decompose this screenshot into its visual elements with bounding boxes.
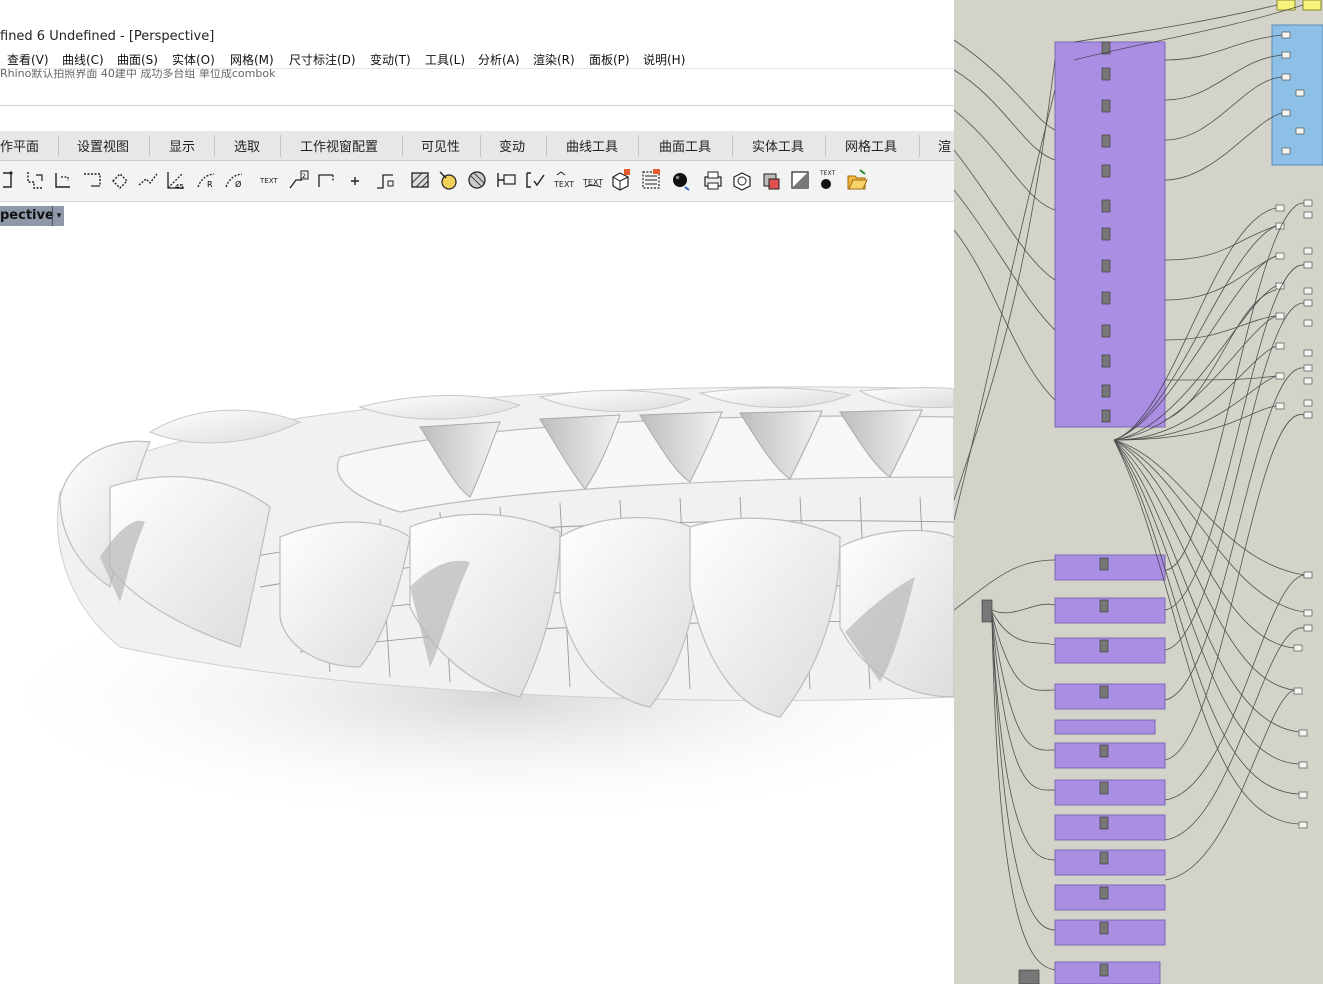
gh-cluster-row[interactable] xyxy=(1054,919,1166,946)
svg-text:Ø: Ø xyxy=(235,179,241,189)
tab-separator xyxy=(546,135,547,157)
gh-node-graph xyxy=(954,0,1323,984)
text-annotation-icon[interactable]: TEXT xyxy=(817,167,839,193)
menu-curve[interactable]: 曲线(C) xyxy=(62,51,104,68)
polyline-corner-icon[interactable] xyxy=(53,167,75,193)
gh-cluster-row[interactable] xyxy=(1054,884,1166,911)
tab-display[interactable]: 显示 xyxy=(169,131,195,160)
svg-text:TEXT: TEXT xyxy=(553,180,574,189)
polyline-open-icon[interactable] xyxy=(81,167,103,193)
tab-render-tools[interactable]: 渲 xyxy=(938,131,951,160)
svg-text:TEXT: TEXT xyxy=(819,170,835,177)
polyline-angle-icon[interactable] xyxy=(137,167,159,193)
rhino-window: fined 6 Undefined - [Perspective] 查看(V) … xyxy=(0,0,954,984)
menu-render[interactable]: 渲染(R) xyxy=(533,51,575,68)
block-icon[interactable] xyxy=(495,167,517,193)
render-sphere-icon[interactable] xyxy=(669,167,691,193)
tab-separator xyxy=(919,135,920,157)
menu-analyze[interactable]: 分析(A) xyxy=(478,51,520,68)
tab-separator xyxy=(214,135,215,157)
dimension-check-icon[interactable] xyxy=(524,167,546,193)
tab-separator xyxy=(732,135,733,157)
menu-transform[interactable]: 变动(T) xyxy=(370,51,411,68)
toolbar-tab-strip: 作平面 设置视图 显示 选取 工作视窗配置 可见性 变动 曲线工具 曲面工具 实… xyxy=(0,131,954,161)
gh-cluster-row[interactable] xyxy=(1054,742,1166,769)
viewport-tab-label: pective xyxy=(0,208,54,223)
dimension-break-icon[interactable] xyxy=(374,167,396,193)
svg-text:TEXT: TEXT xyxy=(259,177,278,185)
tab-solid-tools[interactable]: 实体工具 xyxy=(752,131,804,160)
tab-visibility[interactable]: 可见性 xyxy=(421,131,460,160)
tab-set-view[interactable]: 设置视图 xyxy=(77,131,129,160)
leader-arrow-icon[interactable] xyxy=(316,167,338,193)
text-edit-icon[interactable]: TEXT xyxy=(582,167,604,193)
stadium-render xyxy=(0,386,954,827)
text-object-icon[interactable]: TEXT xyxy=(553,167,575,193)
tab-cplane[interactable]: 作平面 xyxy=(0,131,39,160)
menu-dimension[interactable]: 尺寸标注(D) xyxy=(289,51,356,68)
command-toolbar: 45 R Ø TEXT 2 TEXT TEXT TEXT xyxy=(0,161,954,202)
hatch-icon[interactable] xyxy=(409,167,431,193)
gh-panel[interactable] xyxy=(1302,0,1322,11)
radius-dim-icon[interactable]: R xyxy=(196,167,218,193)
hatch-fill-icon[interactable] xyxy=(437,167,459,193)
leader-icon[interactable]: 2 xyxy=(288,167,310,193)
tab-curve-tools[interactable]: 曲线工具 xyxy=(566,131,618,160)
tab-separator xyxy=(402,135,403,157)
tab-separator xyxy=(825,135,826,157)
menu-tools[interactable]: 工具(L) xyxy=(425,51,465,68)
tab-viewport-layout[interactable]: 工作视窗配置 xyxy=(300,131,378,160)
shade-icon[interactable] xyxy=(789,167,811,193)
menu-solid[interactable]: 实体(O) xyxy=(172,51,215,68)
text-icon[interactable]: TEXT xyxy=(258,167,280,193)
menu-panels[interactable]: 面板(P) xyxy=(589,51,630,68)
menu-bar: 查看(V) 曲线(C) 曲面(S) 实体(O) 网格(M) 尺寸标注(D) 变动… xyxy=(0,49,954,69)
tab-select[interactable]: 选取 xyxy=(234,131,260,160)
gh-cluster-row[interactable] xyxy=(1054,637,1166,664)
polyline-snap-icon[interactable] xyxy=(26,167,48,193)
rotate-curve-icon[interactable] xyxy=(0,167,22,193)
hatch-boundary-icon[interactable] xyxy=(466,167,488,193)
diameter-dim-icon[interactable]: Ø xyxy=(224,167,246,193)
tab-separator xyxy=(638,135,639,157)
point-plus-icon[interactable] xyxy=(344,167,366,193)
dimension-45-icon[interactable]: 45 xyxy=(165,167,187,193)
menu-help[interactable]: 说明(H) xyxy=(643,51,685,68)
perspective-viewport[interactable] xyxy=(0,227,954,984)
command-history-text: Rhino默认拍照界面 40建中 成功多台组 单位成combok xyxy=(0,68,276,80)
sphere-wire-icon[interactable] xyxy=(731,167,753,193)
open-folder-icon[interactable] xyxy=(846,167,868,193)
svg-text:R: R xyxy=(207,180,213,189)
menu-mesh[interactable]: 网格(M) xyxy=(230,51,274,68)
print-icon[interactable] xyxy=(702,167,724,193)
gh-cluster-row[interactable] xyxy=(1054,719,1156,735)
box-color-icon[interactable] xyxy=(760,167,782,193)
tab-mesh-tools[interactable]: 网格工具 xyxy=(845,131,897,160)
command-history[interactable]: Rhino默认拍照界面 40建中 成功多台组 单位成combok xyxy=(0,68,954,106)
menu-view[interactable]: 查看(V) xyxy=(7,51,49,68)
tab-surface-tools[interactable]: 曲面工具 xyxy=(659,131,711,160)
grasshopper-canvas[interactable] xyxy=(954,0,1323,984)
window-title: fined 6 Undefined - [Perspective] xyxy=(0,29,215,44)
chevron-down-icon[interactable]: ▾ xyxy=(52,206,65,226)
tab-transform[interactable]: 变动 xyxy=(499,131,525,160)
svg-text:2: 2 xyxy=(302,173,306,180)
gh-cluster-row[interactable] xyxy=(1054,849,1166,876)
box-edit-icon[interactable] xyxy=(610,167,632,193)
viewport-tab-perspective[interactable]: pective ▾ xyxy=(0,206,64,226)
gh-cluster-row[interactable] xyxy=(1054,814,1166,841)
tab-separator xyxy=(280,135,281,157)
tab-separator xyxy=(480,135,481,157)
tab-separator xyxy=(149,135,150,157)
gh-cluster-row[interactable] xyxy=(1054,779,1166,806)
gh-cluster-row[interactable] xyxy=(1054,683,1166,710)
svg-text:45: 45 xyxy=(175,183,184,191)
polyline-diamond-icon[interactable] xyxy=(109,167,131,193)
menu-surface[interactable]: 曲面(S) xyxy=(117,51,158,68)
tab-separator xyxy=(58,135,59,157)
gh-cluster-row[interactable] xyxy=(1054,554,1166,581)
layer-list-icon[interactable] xyxy=(640,167,662,193)
title-bar: fined 6 Undefined - [Perspective] xyxy=(0,26,954,46)
gh-cluster-row[interactable] xyxy=(1054,597,1166,624)
